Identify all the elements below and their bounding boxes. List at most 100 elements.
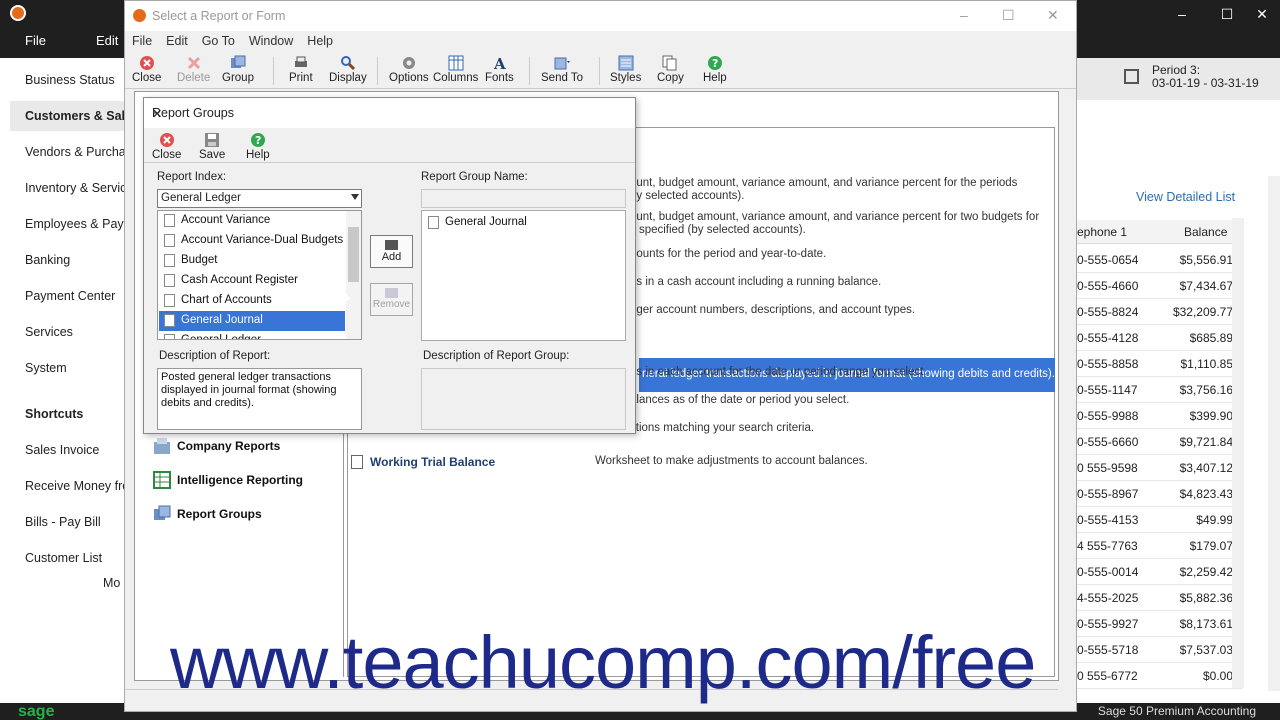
close-app-button[interactable]: ✕ — [1242, 6, 1280, 23]
report-list-item[interactable]: Account Variance — [159, 211, 345, 231]
dialog-title: Report Groups — [152, 106, 234, 120]
table-row[interactable]: 0-555-8858 $1,110.85 — [1077, 351, 1242, 377]
rw-close-button[interactable]: ✕ — [1047, 7, 1059, 24]
tb-delete-button[interactable]: Delete — [177, 55, 210, 84]
tb-columns-button[interactable]: Columns — [433, 55, 478, 84]
report-index-select[interactable]: General Ledger — [157, 189, 362, 208]
table-row[interactable]: 0-555-9988 $399.90 — [1077, 403, 1242, 429]
remove-button[interactable]: Remove — [370, 283, 413, 316]
table-scrollbar[interactable] — [1232, 218, 1244, 688]
report-list-item[interactable]: General Journal — [159, 311, 345, 331]
maximize-button[interactable]: ☐ — [1207, 6, 1247, 23]
dialog-help-button[interactable]: ? Help — [246, 132, 270, 161]
report-list-item[interactable]: General Ledger — [159, 331, 345, 339]
table-row[interactable]: 0 555-9598 $3,407.12 — [1077, 455, 1242, 481]
vertical-scrollbar[interactable] — [1059, 56, 1075, 691]
scrollbar-thumb[interactable] — [348, 227, 359, 282]
add-button[interactable]: Add — [370, 235, 413, 268]
group-name-field[interactable] — [421, 189, 626, 208]
table-row[interactable]: 0-555-4128 $685.89 — [1077, 325, 1242, 351]
nav-employees-payroll[interactable]: Employees & Payroll — [25, 217, 125, 231]
report-list[interactable]: Account Variance Account Variance-Dual Bu… — [157, 210, 362, 340]
report-list-item[interactable]: Budget — [159, 251, 345, 271]
telephone-cell: 0-555-8858 — [1077, 357, 1139, 371]
dialog-close-button[interactable]: Close — [152, 132, 181, 161]
report-doc-icon — [351, 455, 363, 469]
view-detailed-list-link[interactable]: View Detailed List — [1136, 190, 1235, 204]
nav-business-status[interactable]: Business Status — [25, 73, 125, 87]
printer-icon — [294, 56, 307, 67]
app-menu-file[interactable]: File — [0, 30, 71, 54]
dialog-close-x-button[interactable]: ✕ — [152, 106, 162, 121]
table-row[interactable]: 0-555-6660 $9,721.84 — [1077, 429, 1242, 455]
category-report-groups[interactable]: Report Groups — [153, 505, 262, 523]
group-description-label: Description of Report Group: — [423, 350, 570, 362]
balance-cell: $49.99 — [1196, 513, 1233, 527]
report-list-item[interactable]: Cash Account Register — [159, 271, 345, 291]
table-row[interactable]: 0-555-4153 $49.99 — [1077, 507, 1242, 533]
nav-payment-center[interactable]: Payment Center — [25, 289, 125, 303]
nav-system[interactable]: System — [25, 361, 125, 375]
tb-options-button[interactable]: Options — [389, 55, 429, 84]
col-telephone[interactable]: ephone 1 — [1077, 225, 1127, 239]
tb-sendto-button[interactable]: Send To — [541, 55, 583, 84]
table-row[interactable]: 0-555-1147 $3,756.16 — [1077, 377, 1242, 403]
table-row[interactable]: 0-555-0654 $5,556.91 — [1077, 247, 1242, 273]
shortcut-receive-money[interactable]: Receive Money from Customer — [25, 479, 125, 493]
table-row[interactable]: 0-555-8967 $4,823.43 — [1077, 481, 1242, 507]
rw-menu-goto[interactable]: Go To — [195, 32, 242, 52]
group-description-box[interactable] — [421, 368, 626, 430]
report-list-item[interactable]: Chart of Accounts — [159, 291, 345, 311]
table-row[interactable]: 4 555-7763 $179.07 — [1077, 533, 1242, 559]
table-row[interactable]: 0-555-0014 $2,259.42 — [1077, 559, 1242, 585]
rw-minimize-button[interactable]: – — [960, 7, 968, 23]
table-row[interactable]: 0-555-4660 $7,434.67 — [1077, 273, 1242, 299]
more-link[interactable]: Mo — [103, 576, 125, 590]
nav-banking[interactable]: Banking — [25, 253, 125, 267]
nav-services[interactable]: Services — [25, 325, 125, 339]
table-row[interactable]: 0 555-6772 $0.00 — [1077, 663, 1242, 689]
tb-help-button[interactable]: ? Help — [703, 55, 727, 84]
shortcut-sales-invoice[interactable]: Sales Invoice — [25, 443, 125, 457]
period-box[interactable]: Period 3: 03-01-19 - 03-31-19 — [1077, 58, 1280, 100]
table-row[interactable]: 0-555-5718 $7,537.03 — [1077, 637, 1242, 663]
report-list-scrollbar[interactable] — [346, 211, 361, 339]
rw-menu-file[interactable]: File — [125, 32, 159, 52]
category-company-reports[interactable]: Company Reports — [153, 437, 280, 455]
report-list-item[interactable]: Account Variance-Dual Budgets — [159, 231, 345, 251]
category-intelligence-reporting[interactable]: Intelligence Reporting — [153, 471, 303, 489]
group-report-list[interactable]: General Journal — [421, 210, 626, 341]
rw-menu-edit[interactable]: Edit — [159, 32, 195, 52]
balance-cell: $685.89 — [1189, 331, 1233, 345]
tb-styles-button[interactable]: Styles — [610, 55, 641, 84]
group-name-label: Report Group Name: — [421, 171, 528, 183]
telephone-cell: 0-555-0014 — [1077, 565, 1139, 579]
toolbar-separator — [529, 57, 530, 85]
dialog-save-button[interactable]: Save — [199, 132, 225, 161]
tb-print-button[interactable]: Print — [289, 55, 313, 84]
panel-scrollbar[interactable] — [1268, 176, 1280, 691]
shortcut-pay-bill[interactable]: Bills - Pay Bill — [25, 515, 125, 529]
tb-group-button[interactable]: Group — [222, 55, 254, 84]
telephone-cell: 0-555-6660 — [1077, 435, 1139, 449]
shortcut-customer-list[interactable]: Customer List — [25, 551, 125, 565]
report-working-trial-balance[interactable]: Working Trial Balance — [370, 455, 495, 469]
tb-copy-button[interactable]: Copy — [657, 55, 684, 84]
table-row[interactable]: 4-555-2025 $5,882.36 — [1077, 585, 1242, 611]
telephone-cell: 0-555-0654 — [1077, 253, 1139, 267]
nav-inventory-services[interactable]: Inventory & Services — [25, 181, 125, 195]
rw-maximize-button[interactable]: ☐ — [1002, 7, 1015, 24]
nav-customers-sales[interactable]: Customers & Sales — [10, 101, 125, 131]
tb-close-button[interactable]: Close — [132, 55, 161, 84]
rw-menu-window[interactable]: Window — [242, 32, 300, 52]
tb-fonts-button[interactable]: A Fonts — [485, 55, 514, 84]
minimize-button[interactable]: – — [1162, 6, 1202, 22]
report-desc: ount, budget amount, variance amount, an… — [630, 211, 1040, 223]
tb-display-button[interactable]: Display — [329, 55, 367, 84]
rw-menu-help[interactable]: Help — [300, 32, 340, 52]
list-item[interactable]: General Journal — [423, 213, 609, 233]
table-row[interactable]: 0-555-9927 $8,173.61 — [1077, 611, 1242, 637]
table-row[interactable]: 0-555-8824 $32,209.77 — [1077, 299, 1242, 325]
col-balance[interactable]: Balance — [1184, 225, 1227, 239]
nav-vendors-purchases[interactable]: Vendors & Purchases — [25, 145, 125, 159]
